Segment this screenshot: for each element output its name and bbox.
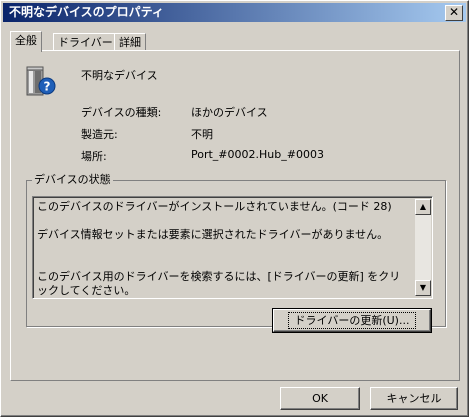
status-line-2: デバイス情報セットまたは要素に選択されたドライバーがありません。 [37,228,389,241]
ok-label: OK [312,392,328,405]
status-line-3: このデバイス用のドライバーを検索するには、[ドライバーの更新] をクリックしてく… [37,270,401,297]
tab-details[interactable]: 詳細 [114,33,146,51]
location-label: 場所: [81,150,107,163]
device-type-label: デバイスの種類: [81,106,162,119]
device-name: 不明なデバイス [81,69,158,82]
close-button[interactable]: ✕ [445,5,463,21]
title-bar[interactable]: 不明なデバイスのプロパティ ✕ [3,3,466,22]
update-driver-label: ドライバーの更新(U)... [287,312,417,329]
status-line-1: このデバイスのドライバーがインストールされていません。(コード 28) [37,200,392,213]
tab-driver[interactable]: ドライバー [53,33,118,51]
device-status-legend: デバイスの状態 [32,173,113,187]
arrow-up-icon: ▲ [419,202,427,211]
svg-text:?: ? [44,80,51,94]
unknown-device-icon: ? [26,66,56,96]
ok-button[interactable]: OK [280,387,360,410]
tab-driver-label: ドライバー [58,36,113,49]
status-scrollbar[interactable]: ▲ ▼ [415,199,431,296]
cancel-label: キャンセル [386,392,442,405]
tab-details-label: 詳細 [119,36,141,49]
location-value: Port_#0002.Hub_#0003 [191,148,324,161]
general-tab-panel: ? 不明なデバイス デバイスの種類: ほかのデバイス 製造元: 不明 場所: P… [10,50,460,381]
tab-general-label: 全般 [15,34,37,47]
update-driver-button[interactable]: ドライバーの更新(U)... [272,308,432,333]
manufacturer-value: 不明 [191,128,213,141]
cancel-button[interactable]: キャンセル [370,387,458,410]
tab-general[interactable]: 全般 [10,31,42,52]
window-title: 不明なデバイスのプロパティ [9,5,164,19]
scroll-down-button[interactable]: ▼ [415,280,431,296]
device-type-value: ほかのデバイス [191,106,268,119]
device-status-textbox[interactable]: このデバイスのドライバーがインストールされていません。(コード 28) デバイス… [32,196,433,299]
properties-dialog: 不明なデバイスのプロパティ ✕ 全般 ドライバー 詳細 ? 不明なデバイス デバ… [0,0,469,417]
scroll-up-button[interactable]: ▲ [415,199,431,215]
status-text: このデバイスのドライバーがインストールされていません。(コード 28) デバイス… [37,200,411,298]
close-icon: ✕ [448,5,460,19]
manufacturer-label: 製造元: [81,128,118,141]
arrow-down-icon: ▼ [419,283,427,292]
